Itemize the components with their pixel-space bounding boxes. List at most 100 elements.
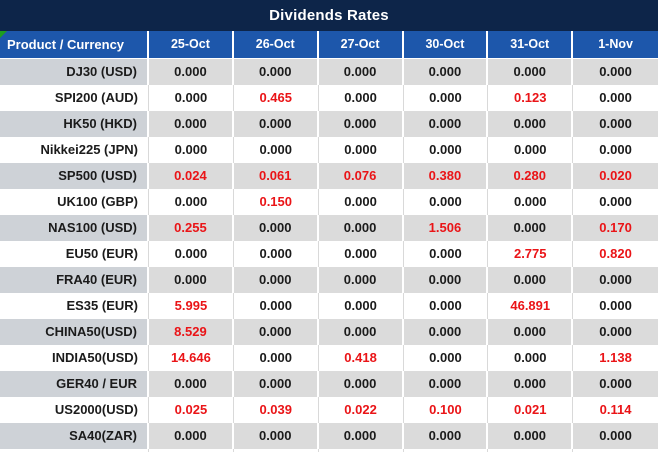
product-cell: SP500 (USD) [0, 163, 149, 189]
column-header-date: 1-Nov [598, 37, 633, 51]
value-cell: 0.100 [403, 397, 489, 423]
product-cell: SA40(ZAR) [0, 423, 149, 449]
value-cell: 0.000 [403, 267, 489, 293]
value-cell: 0.022 [318, 397, 404, 423]
product-cell: Nikkei225 (JPN) [0, 137, 149, 163]
value-cell: 0.000 [318, 319, 404, 345]
value-cell: 0.039 [233, 397, 319, 423]
value-cell: 0.025 [149, 397, 234, 423]
product-cell: UK100 (GBP) [0, 189, 149, 215]
value-cell: 0.000 [233, 137, 319, 163]
table-row: NAS100 (USD) 0.255 0.000 0.000 1.506 0.000 0.1… [0, 215, 658, 241]
table-row: US2000(USD) 0.025 0.039 0.022 0.100 0.021 0.11… [0, 397, 658, 423]
value-cell: 0.000 [573, 189, 658, 215]
product-cell: NAS100 (USD) [0, 215, 149, 241]
value-cell: 0.280 [488, 163, 574, 189]
table-row: DJ30 (USD) 0.000 0.000 0.000 0.000 0.000 0.000 [0, 59, 658, 85]
value-cell: 0.000 [573, 319, 658, 345]
value-cell: 0.000 [403, 345, 489, 371]
column-header-date: 27-Oct [319, 31, 404, 58]
column-header-product: Product / Currency [0, 31, 149, 58]
table-row: SPI200 (AUD) 0.000 0.465 0.000 0.000 0.123 0.0… [0, 85, 658, 111]
value-cell: 0.000 [318, 423, 404, 449]
value-cell: 0.000 [403, 319, 489, 345]
value-cell: 0.000 [318, 241, 404, 267]
value-cell: 0.000 [403, 371, 489, 397]
value-cell: 0.000 [233, 59, 319, 85]
value-cell: 0.000 [318, 137, 404, 163]
dividends-rates-panel: Dividends Rates Product / Currency 25-Oc… [0, 0, 658, 452]
product-cell: ES35 (EUR) [0, 293, 149, 319]
value-cell: 0.380 [403, 163, 489, 189]
column-header-date: 25-Oct [149, 31, 234, 58]
table-row: Nikkei225 (JPN) 0.000 0.000 0.000 0.000 0.000… [0, 137, 658, 163]
table-row: ES35 (EUR) 5.995 0.000 0.000 0.000 46.891 0.00… [0, 293, 658, 319]
value-cell: 1.138 [573, 345, 658, 371]
value-cell: 0.000 [573, 267, 658, 293]
value-cell: 0.000 [233, 423, 319, 449]
value-cell: 0.000 [573, 111, 658, 137]
value-cell: 0.000 [488, 267, 574, 293]
product-cell: GER40 / EUR [0, 371, 149, 397]
value-cell: 0.000 [403, 137, 489, 163]
value-cell: 0.465 [233, 85, 319, 111]
value-cell: 2.775 [488, 241, 574, 267]
value-cell: 0.114 [573, 397, 658, 423]
value-cell: 0.000 [318, 215, 404, 241]
value-cell: 0.000 [403, 241, 489, 267]
product-cell: FRA40 (EUR) [0, 267, 149, 293]
value-cell: 0.000 [318, 267, 404, 293]
value-cell: 0.000 [149, 267, 234, 293]
value-cell: 0.255 [149, 215, 234, 241]
value-cell: 0.000 [488, 423, 574, 449]
value-cell: 0.000 [403, 111, 489, 137]
value-cell: 0.000 [403, 423, 489, 449]
value-cell: 0.150 [233, 189, 319, 215]
value-cell: 0.820 [573, 241, 658, 267]
value-cell: 0.000 [573, 85, 658, 111]
value-cell: 0.076 [318, 163, 404, 189]
value-cell: 0.000 [318, 85, 404, 111]
value-cell: 0.000 [318, 293, 404, 319]
value-cell: 0.000 [233, 345, 319, 371]
value-cell: 0.000 [488, 137, 574, 163]
table-row: GER40 / EUR 0.000 0.000 0.000 0.000 0.000 0.00… [0, 371, 658, 397]
table-row: SA40(ZAR) 0.000 0.000 0.000 0.000 0.000 0.000 [0, 423, 658, 449]
value-cell: 0.000 [233, 371, 319, 397]
value-cell: 0.000 [403, 59, 489, 85]
value-cell: 0.000 [318, 111, 404, 137]
value-cell: 0.000 [488, 59, 574, 85]
value-cell: 0.123 [488, 85, 574, 111]
value-cell: 0.000 [573, 137, 658, 163]
table-body: DJ30 (USD) 0.000 0.000 0.000 0.000 0.000 0.000… [0, 59, 658, 449]
value-cell: 0.170 [573, 215, 658, 241]
value-cell: 0.000 [233, 267, 319, 293]
value-cell: 0.000 [318, 371, 404, 397]
product-cell: CHINA50(USD) [0, 319, 149, 345]
value-cell: 0.024 [149, 163, 234, 189]
value-cell: 0.000 [233, 293, 319, 319]
value-cell: 0.000 [403, 293, 489, 319]
value-cell: 0.000 [149, 241, 234, 267]
value-cell: 0.000 [403, 85, 489, 111]
column-header-date: 30-Oct [404, 31, 489, 58]
table-row: EU50 (EUR) 0.000 0.000 0.000 0.000 2.775 0.820 [0, 241, 658, 267]
product-cell: DJ30 (USD) [0, 59, 149, 85]
value-cell: 8.529 [149, 319, 234, 345]
table-row: HK50 (HKD) 0.000 0.000 0.000 0.000 0.000 0.000 [0, 111, 658, 137]
value-cell: 0.000 [573, 423, 658, 449]
corner-marker-icon [0, 31, 7, 38]
value-cell: 0.000 [488, 371, 574, 397]
table-title: Dividends Rates [0, 0, 658, 31]
value-cell: 0.000 [149, 85, 234, 111]
value-cell: 0.000 [233, 215, 319, 241]
product-cell: HK50 (HKD) [0, 111, 149, 137]
value-cell: 0.000 [233, 111, 319, 137]
value-cell: 1.506 [403, 215, 489, 241]
value-cell: 14.646 [149, 345, 234, 371]
value-cell: 0.000 [488, 345, 574, 371]
product-cell: INDIA50(USD) [0, 345, 149, 371]
product-cell: US2000(USD) [0, 397, 149, 423]
value-cell: 0.000 [403, 189, 489, 215]
value-cell: 0.000 [573, 293, 658, 319]
